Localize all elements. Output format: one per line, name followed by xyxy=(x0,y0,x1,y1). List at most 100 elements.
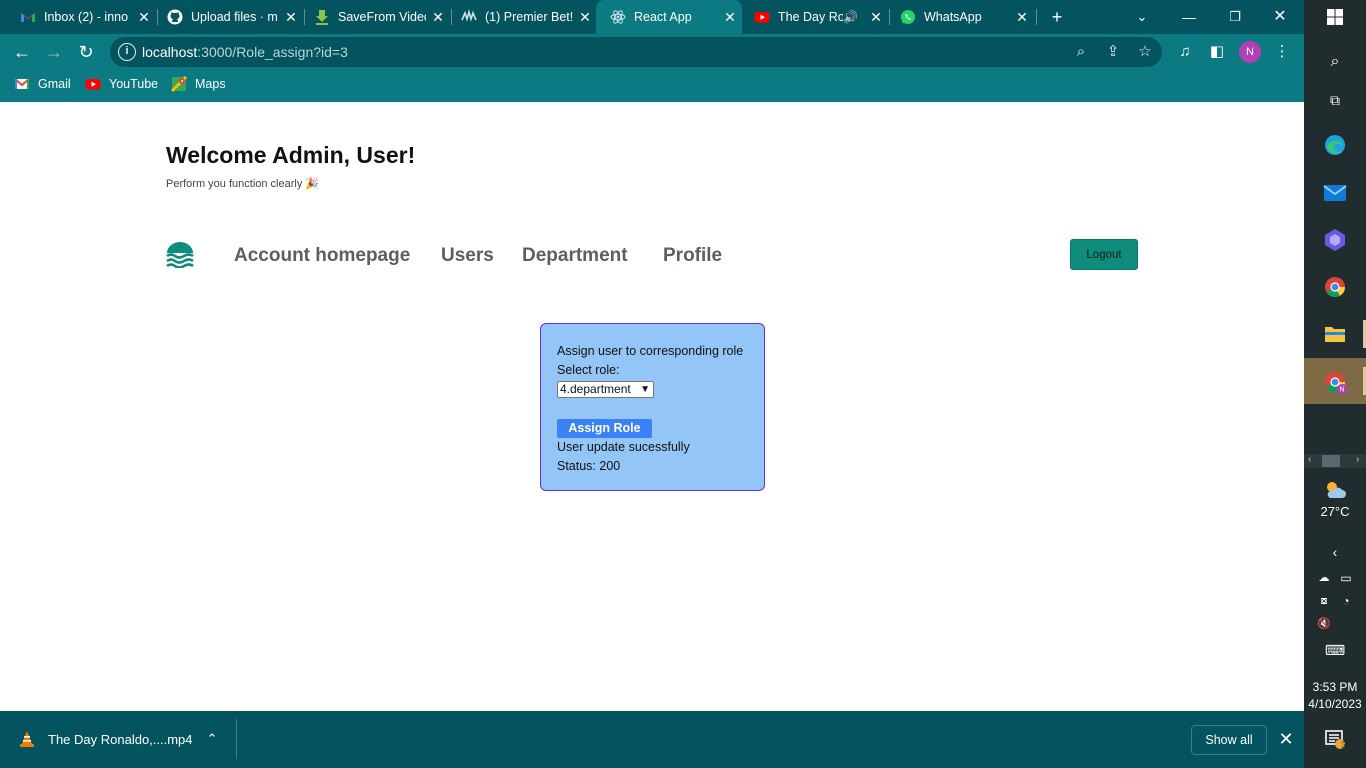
tab-title: SaveFrom Video xyxy=(338,10,426,24)
nav-department[interactable]: Department xyxy=(522,245,628,267)
card-heading: Assign user to corresponding role xyxy=(557,344,744,358)
page-viewport: Welcome Admin, User! Perform you functio… xyxy=(0,102,1304,711)
bookmark-youtube[interactable]: YouTube xyxy=(85,76,158,92)
tab-github[interactable]: Upload files · m ✕ xyxy=(153,0,303,34)
tab-savefrom[interactable]: SaveFrom Video ✕ xyxy=(300,0,450,34)
back-arrow-icon[interactable]: ← xyxy=(10,40,34,64)
tab-title: Inbox (2) - inno xyxy=(44,10,129,24)
close-icon[interactable]: ✕ xyxy=(718,9,742,26)
side-panel-icon[interactable]: ◧ xyxy=(1207,42,1227,62)
close-icon[interactable]: ✕ xyxy=(1010,9,1034,26)
window-close-icon[interactable]: ✕ xyxy=(1268,5,1292,29)
chevron-left-icon[interactable]: ‹ xyxy=(1308,454,1311,465)
chrome-profile-icon[interactable]: N xyxy=(1323,370,1347,394)
file-explorer-icon[interactable] xyxy=(1323,322,1347,346)
premier-bet-icon xyxy=(461,9,477,25)
assign-role-card: Assign user to corresponding role Select… xyxy=(540,323,765,491)
gmail-icon xyxy=(14,76,30,92)
tab-title: WhatsApp xyxy=(924,10,982,24)
muted-speaker-icon[interactable]: 🔇 xyxy=(1312,612,1336,636)
nav-account-homepage[interactable]: Account homepage xyxy=(234,245,410,267)
download-shelf: The Day Ronaldo,....mp4 ⌃ Show all ✕ xyxy=(0,711,1304,768)
chevron-right-icon[interactable]: › xyxy=(1356,454,1359,465)
speaker-icon[interactable]: 🔊 xyxy=(843,10,858,24)
taskbar-scrollbar[interactable]: ‹ › xyxy=(1304,454,1366,468)
windows-taskbar: ⌕ ⧉ N ‹ › 27°C ‹ ☁ ▭ ⧇ ◔ 🔇 ⌨ 3:53 PM 4/1… xyxy=(1304,0,1366,768)
bookmark-star-icon[interactable]: ☆ xyxy=(1135,42,1155,62)
keyboard-icon[interactable]: ⌨ xyxy=(1323,638,1347,662)
role-select[interactable]: 4.department ▼ xyxy=(557,381,654,398)
task-view-icon[interactable]: ⧉ xyxy=(1323,88,1347,112)
role-select-value: 4.department xyxy=(560,382,631,396)
media-control-icon[interactable]: ♫ xyxy=(1175,42,1195,62)
tab-react-app[interactable]: React App ✕ xyxy=(596,0,742,34)
restore-icon[interactable]: ❐ xyxy=(1223,5,1247,29)
close-icon[interactable]: ✕ xyxy=(1276,727,1296,751)
notification-count: 3 xyxy=(1341,740,1347,750)
zoom-icon[interactable]: ⌕ xyxy=(1071,42,1091,62)
show-hidden-icons-chevron-icon[interactable]: ‹ xyxy=(1323,540,1347,564)
forward-arrow-icon[interactable]: → xyxy=(42,40,66,64)
update-message: User update sucessfully xyxy=(557,440,690,454)
assign-role-button[interactable]: Assign Role xyxy=(557,419,652,438)
tab-youtube[interactable]: The Day Ro 🔊 ✕ xyxy=(740,0,888,34)
show-all-button[interactable]: Show all xyxy=(1191,725,1267,755)
site-info-icon[interactable]: i xyxy=(118,43,136,61)
address-bar[interactable]: i localhost:3000/Role_assign?id=3 ⌕ ⇪ ☆ xyxy=(110,37,1162,67)
tab-strip: Inbox (2) - inno ✕ Upload files · m ✕ Sa… xyxy=(0,0,1304,34)
chrome-icon[interactable] xyxy=(1323,275,1347,299)
close-icon[interactable]: ✕ xyxy=(573,9,597,26)
status-text: Status: 200 xyxy=(557,459,621,473)
browser-toolbar: ← → ↻ i localhost:3000/Role_assign?id=3 … xyxy=(0,34,1304,70)
power-automate-icon[interactable] xyxy=(1323,228,1347,252)
tab-premier-bet[interactable]: (1) Premier Bet! ✕ xyxy=(447,0,597,34)
windows-start-icon[interactable] xyxy=(1323,8,1347,32)
nav-users[interactable]: Users xyxy=(441,245,494,267)
youtube-icon xyxy=(85,76,101,92)
search-icon[interactable]: ⌕ xyxy=(1323,50,1347,74)
nav-profile[interactable]: Profile xyxy=(663,245,722,267)
download-item[interactable]: The Day Ronaldo,....mp4 ⌃ xyxy=(18,730,217,748)
chevron-down-icon: ▼ xyxy=(640,384,650,395)
react-icon xyxy=(610,9,626,25)
bookmark-label: YouTube xyxy=(109,77,159,91)
battery-icon[interactable]: ▭ xyxy=(1334,566,1358,590)
tab-search-chevron-icon[interactable]: ⌄ xyxy=(1130,5,1154,29)
tab-title: React App xyxy=(634,10,692,24)
page-title: Welcome Admin, User! xyxy=(166,142,416,168)
tab-title: (1) Premier Bet! xyxy=(485,10,573,24)
new-tab-plus-icon[interactable]: + xyxy=(1045,5,1069,29)
onedrive-warning-icon[interactable]: ☁ xyxy=(1312,566,1336,590)
minimize-icon[interactable]: — xyxy=(1177,5,1201,29)
url-path: :3000/Role_assign?id=3 xyxy=(197,44,348,60)
bookmark-maps[interactable]: Maps xyxy=(170,75,226,93)
url-text[interactable]: localhost:3000/Role_assign?id=3 xyxy=(142,44,348,60)
page-subtitle: Perform you function clearly 🎉 xyxy=(166,178,320,190)
weather-cloud-sun-icon[interactable] xyxy=(1323,478,1347,502)
menu-kebab-icon[interactable]: ⋮ xyxy=(1272,42,1292,62)
vlc-cone-icon xyxy=(18,730,36,748)
tab-gmail[interactable]: Inbox (2) - inno ✕ xyxy=(6,0,156,34)
clock-date[interactable]: 4/10/2023 xyxy=(1304,697,1366,711)
bookmark-label: Gmail xyxy=(38,77,71,91)
url-host: localhost xyxy=(142,44,198,60)
logout-button[interactable]: Logout xyxy=(1070,239,1138,270)
meet-now-icon[interactable]: ⧇ xyxy=(1312,589,1336,613)
close-icon[interactable]: ✕ xyxy=(864,9,888,26)
wave-logo-icon[interactable] xyxy=(166,242,194,269)
tab-whatsapp[interactable]: WhatsApp ✕ xyxy=(886,0,1034,34)
edge-browser-icon[interactable] xyxy=(1323,133,1347,157)
tab-title: Upload files · m xyxy=(191,10,278,24)
reload-icon[interactable]: ↻ xyxy=(74,40,98,64)
scroll-thumb[interactable] xyxy=(1322,455,1340,467)
mail-icon[interactable] xyxy=(1323,181,1347,205)
clock-time[interactable]: 3:53 PM xyxy=(1304,680,1366,694)
share-icon[interactable]: ⇪ xyxy=(1103,42,1123,62)
bookmark-gmail[interactable]: Gmail xyxy=(14,76,71,92)
chevron-up-icon[interactable]: ⌃ xyxy=(207,731,218,747)
profile-avatar[interactable]: N xyxy=(1239,41,1261,63)
gmail-icon xyxy=(20,9,36,25)
wifi-icon[interactable]: ◔ xyxy=(1334,589,1358,613)
temperature: 27°C xyxy=(1320,504,1350,519)
select-role-label: Select role: xyxy=(557,363,620,377)
